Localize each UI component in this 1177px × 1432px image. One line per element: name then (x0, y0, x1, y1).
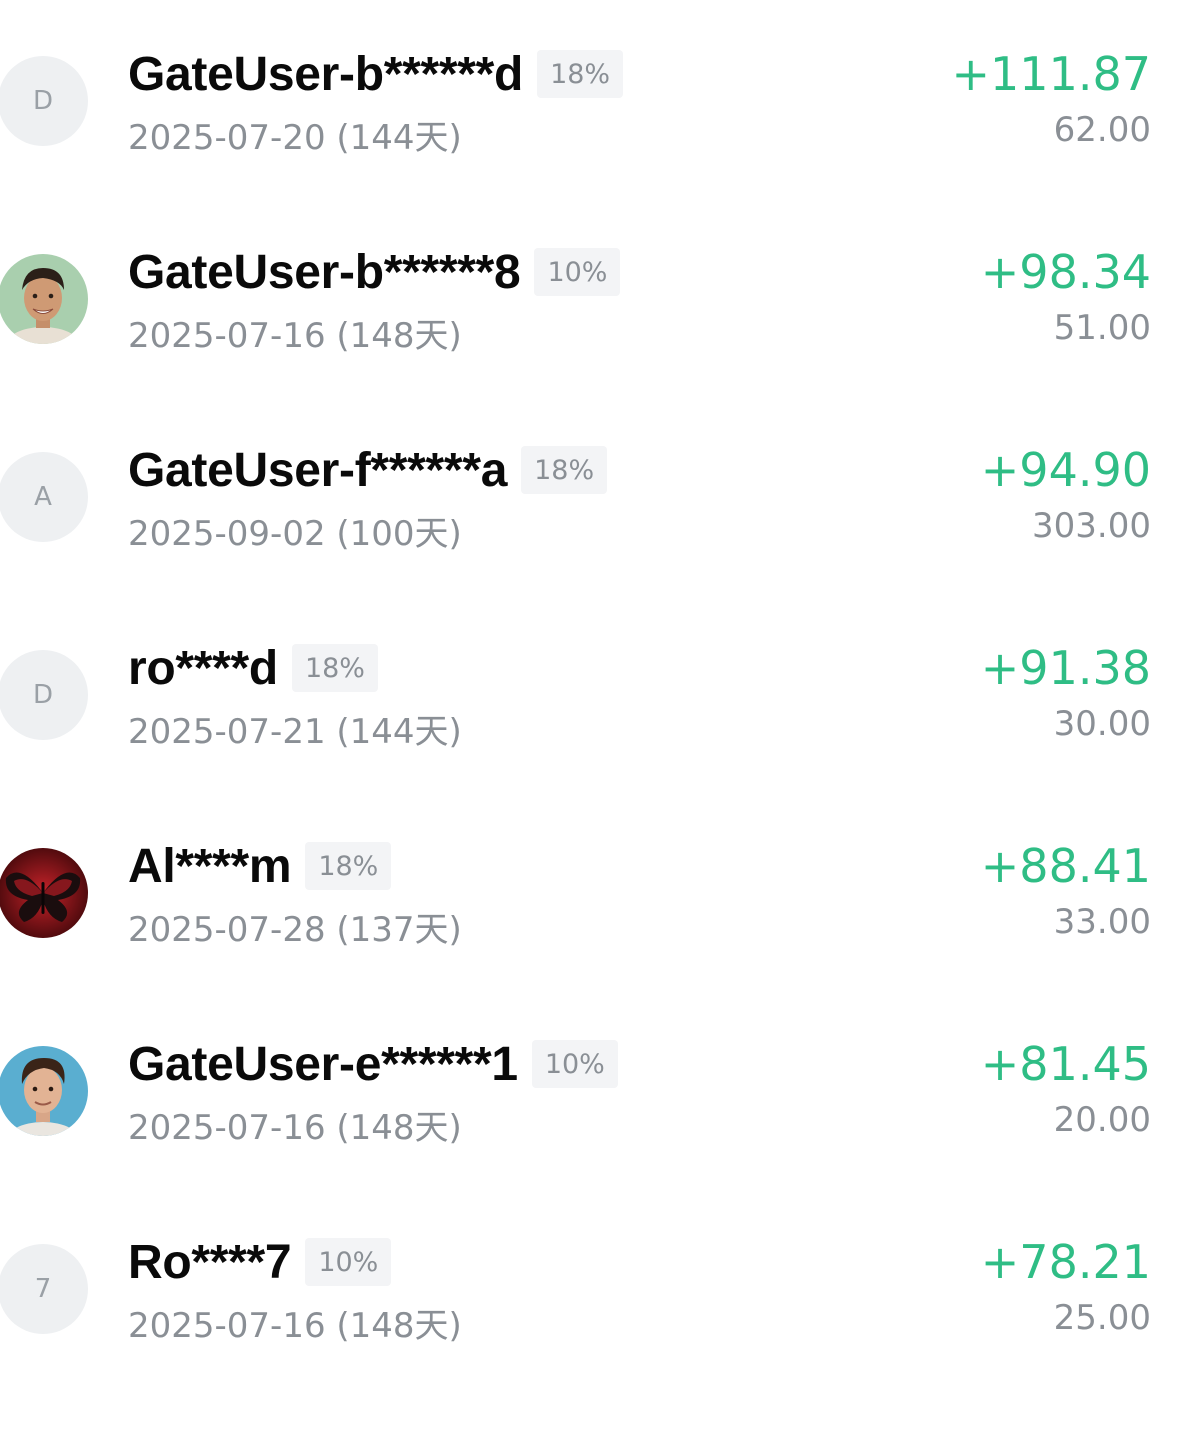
user-name: GateUser-e******1 (128, 1037, 518, 1091)
user-name: Ro****7 (128, 1235, 292, 1289)
list-item[interactable]: A GateUser-f******a 18% 2025-09-02 (100天… (0, 442, 1177, 640)
list-item[interactable]: D ro****d 18% 2025-07-21 (144天) +91.38 3… (0, 640, 1177, 838)
name-line: GateUser-b******d 18% (128, 46, 624, 102)
rate-badge: 18% (521, 446, 608, 494)
start-date: 2025-07-16 (148天) (128, 1306, 462, 1346)
amount-value: 51.00 (1053, 308, 1151, 348)
rate-badge: 18% (305, 842, 392, 890)
amount-value: 25.00 (1053, 1298, 1151, 1338)
user-name: GateUser-f******a (128, 443, 508, 497)
start-date: 2025-07-20 (144天) (128, 118, 462, 158)
name-line: GateUser-f******a 18% (128, 442, 608, 498)
copy-trader-list: D GateUser-b******d 18% 2025-07-20 (144天… (0, 0, 1177, 1414)
avatar: D (0, 650, 88, 740)
name-line: Ro****7 10% (128, 1234, 392, 1290)
amount-value: 62.00 (1053, 110, 1151, 150)
start-date: 2025-07-28 (137天) (128, 910, 462, 950)
avatar: A (0, 452, 88, 542)
amount-value: 30.00 (1053, 704, 1151, 744)
start-date: 2025-07-16 (148天) (128, 1108, 462, 1148)
amount-value: 303.00 (1032, 506, 1151, 546)
start-date: 2025-09-02 (100天) (128, 514, 462, 554)
profit-value: +111.87 (951, 47, 1152, 101)
user-name: ro****d (128, 641, 278, 695)
profit-value: +78.21 (980, 1235, 1151, 1289)
rate-badge: 10% (531, 1040, 618, 1088)
name-line: Al****m 18% (128, 838, 392, 894)
red-butterfly-avatar-icon (0, 848, 88, 938)
profit-value: +88.41 (980, 839, 1151, 893)
profit-value: +98.34 (980, 245, 1151, 299)
start-date: 2025-07-16 (148天) (128, 316, 462, 356)
start-date: 2025-07-21 (144天) (128, 712, 462, 752)
list-item[interactable]: 7 Ro****7 10% 2025-07-16 (148天) +78.21 2… (0, 1234, 1177, 1432)
rate-badge: 10% (305, 1238, 392, 1286)
profit-value: +81.45 (980, 1037, 1151, 1091)
name-line: GateUser-e******1 10% (128, 1036, 618, 1092)
rate-badge: 18% (291, 644, 378, 692)
list-item[interactable]: GateUser-e******1 10% 2025-07-16 (148天) … (0, 1036, 1177, 1234)
amount-value: 20.00 (1053, 1100, 1151, 1140)
amount-value: 33.00 (1053, 902, 1151, 942)
young-man-avatar-icon (0, 1046, 88, 1136)
avatar: 7 (0, 1244, 88, 1334)
name-line: ro****d 18% (128, 640, 378, 696)
rate-badge: 18% (537, 50, 624, 98)
user-name: Al****m (128, 839, 292, 893)
rate-badge: 10% (534, 248, 621, 296)
avatar: D (0, 56, 88, 146)
list-item[interactable]: D GateUser-b******d 18% 2025-07-20 (144天… (0, 46, 1177, 244)
name-line: GateUser-b******8 10% (128, 244, 621, 300)
profit-value: +91.38 (980, 641, 1151, 695)
man-smiling-avatar-icon (0, 254, 88, 344)
list-item[interactable]: Al****m 18% 2025-07-28 (137天) +88.41 33.… (0, 838, 1177, 1036)
user-name: GateUser-b******d (128, 47, 524, 101)
user-name: GateUser-b******8 (128, 245, 521, 299)
list-item[interactable]: GateUser-b******8 10% 2025-07-16 (148天) … (0, 244, 1177, 442)
profit-value: +94.90 (980, 443, 1151, 497)
